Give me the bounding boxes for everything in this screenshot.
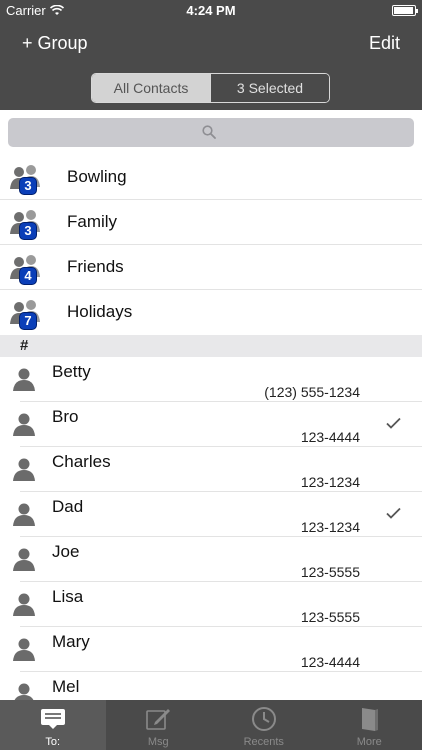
contact-phone: (123) 555-1234 — [264, 384, 360, 400]
tab-msg[interactable]: Msg — [106, 700, 212, 750]
tab-label: Recents — [243, 736, 284, 748]
person-icon — [13, 413, 35, 436]
person-icon — [13, 368, 35, 391]
group-count-badge: 3 — [19, 222, 37, 240]
add-group-button[interactable]: + Group — [22, 33, 88, 54]
group-row-holidays[interactable]: 7 Holidays — [0, 290, 422, 335]
contact-name: Lisa — [52, 587, 84, 606]
search-input[interactable] — [8, 118, 414, 147]
book-icon — [362, 708, 379, 731]
tab-to[interactable]: To: — [0, 700, 106, 750]
contact-row[interactable]: Mary 123-4444 — [0, 627, 422, 672]
contact-phone: 123-4444 — [300, 429, 360, 445]
group-name: Friends — [67, 257, 124, 276]
contact-row[interactable]: Bro 123-4444 — [0, 402, 422, 447]
segment-selected[interactable]: 3 Selected — [210, 74, 329, 102]
contact-phone: 123-1234 — [300, 474, 360, 490]
contact-name: Mel — [52, 677, 80, 696]
tab-more[interactable]: More — [317, 700, 422, 750]
tab-recents[interactable]: Recents — [211, 700, 317, 750]
contact-row[interactable]: Lisa 123-5555 — [0, 582, 422, 627]
group-row-family[interactable]: 3 Family — [0, 200, 422, 245]
person-icon — [13, 638, 35, 661]
person-icon — [13, 458, 35, 481]
group-row-friends[interactable]: 4 Friends — [0, 245, 422, 290]
group-list: 3 Bowling 3 Family 4 Friends 7 Holidays — [0, 155, 422, 335]
contact-name: Mary — [52, 632, 90, 651]
contact-name: Bro — [52, 407, 79, 426]
contact-phone: 123-5555 — [300, 609, 360, 625]
checkmark-icon — [386, 417, 401, 429]
section-header-label: # — [20, 337, 29, 354]
group-name: Holidays — [67, 302, 133, 321]
contact-list: Betty (123) 555-1234 Bro 123-4444 Charle… — [0, 357, 422, 717]
contact-name: Dad — [52, 497, 84, 516]
group-name: Family — [67, 212, 118, 231]
tab-bar: To: Msg Recents More — [0, 700, 422, 750]
status-time: 4:24 PM — [186, 3, 236, 18]
group-count-badge: 7 — [19, 312, 37, 330]
edit-button[interactable]: Edit — [369, 33, 400, 54]
search-area — [0, 110, 422, 155]
group-row-bowling[interactable]: 3 Bowling — [0, 155, 422, 200]
tab-label: More — [356, 736, 382, 748]
clock-icon — [251, 707, 276, 731]
contact-row[interactable]: Charles 123-1234 — [0, 447, 422, 492]
compose-icon — [146, 709, 171, 730]
message-list-icon — [40, 709, 65, 729]
person-icon — [13, 548, 35, 571]
contact-phone: 123-1234 — [300, 519, 360, 535]
contact-phone: 123-5555 — [300, 564, 360, 580]
group-name: Bowling — [67, 167, 127, 186]
battery-icon — [392, 5, 418, 16]
group-count-badge: 3 — [19, 177, 37, 195]
checkmark-icon — [386, 507, 401, 519]
group-count-badge: 4 — [19, 267, 37, 285]
segment-all-contacts[interactable]: All Contacts — [92, 74, 210, 102]
section-header: # — [0, 335, 422, 357]
contact-name: Betty — [52, 362, 91, 381]
tab-label: Msg — [147, 736, 169, 748]
contact-name: Charles — [52, 452, 111, 471]
contact-name: Joe — [52, 542, 80, 561]
contact-row[interactable]: Dad 123-1234 — [0, 492, 422, 537]
status-bar: Carrier 4:24 PM — [0, 0, 422, 22]
contact-phone: 123-4444 — [300, 654, 360, 670]
top-bar: Carrier 4:24 PM + Group Edit All Contact… — [0, 0, 422, 110]
tab-label: To: — [45, 736, 61, 748]
person-icon — [13, 593, 35, 616]
contact-row[interactable]: Joe 123-5555 — [0, 537, 422, 582]
contacts-filter-segmented-control: All Contacts 3 Selected — [91, 73, 330, 103]
search-icon — [202, 125, 216, 139]
contact-row[interactable]: Betty (123) 555-1234 — [0, 357, 422, 402]
person-icon — [13, 503, 35, 526]
